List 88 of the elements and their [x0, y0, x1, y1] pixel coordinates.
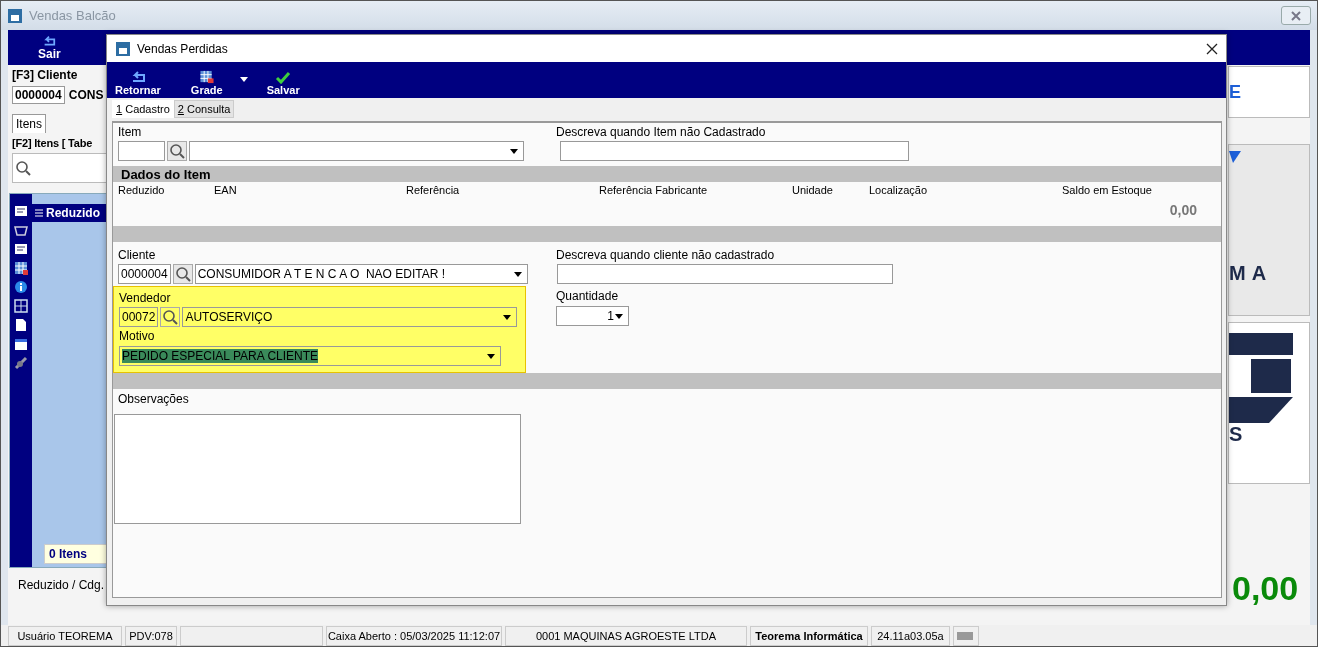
caret-icon	[509, 146, 519, 156]
item-combo[interactable]	[189, 141, 524, 161]
logo-text: S	[1229, 423, 1250, 446]
window-title: Vendas Perdidas	[137, 41, 228, 56]
search-icon	[162, 309, 179, 325]
close-icon	[1290, 10, 1302, 21]
notes-field[interactable]	[114, 414, 521, 524]
field-label: Descreva quando cliente não cadastrado	[556, 248, 776, 262]
client-code-field[interactable]: 0000004	[118, 264, 171, 284]
section-heading: [F3] Cliente	[12, 68, 79, 82]
grid-icon	[35, 208, 43, 218]
tab[interactable]: Itens	[12, 114, 46, 133]
column-header: EAN	[214, 184, 238, 196]
item-description-field[interactable]	[560, 141, 909, 161]
satellite-icon	[14, 356, 28, 370]
return-button[interactable]: Retornar	[115, 70, 161, 96]
search-button[interactable]	[172, 264, 193, 284]
note-icon	[14, 242, 28, 256]
close-button[interactable]	[1206, 42, 1218, 55]
header-text: E	[1229, 81, 1241, 103]
column-header: Localização	[869, 184, 929, 196]
grid-icon	[198, 70, 215, 84]
app-icon	[7, 7, 23, 24]
caret-icon	[614, 311, 624, 321]
status-text: 24.11a03.05a	[871, 626, 950, 646]
tab[interactable]: 1 Cadastro	[112, 100, 174, 118]
field-hint: Reduzido / Cdg.	[17, 577, 106, 592]
app-icon	[115, 40, 131, 57]
search-icon	[174, 266, 191, 282]
reason-combo[interactable]: PEDIDO ESPECIAL PARA CLIENTE	[119, 346, 501, 366]
column-header: Reduzido	[32, 204, 107, 222]
dropdown-button[interactable]	[238, 74, 249, 84]
item-count: 0 Itens	[44, 544, 107, 564]
search-button[interactable]	[167, 141, 187, 161]
check-icon	[275, 70, 292, 84]
client-name: CONS	[68, 88, 104, 102]
field-label: Descreva quando Item não Cadastrado	[556, 125, 767, 139]
keyboard-icon	[957, 632, 973, 640]
total-amount: 0,00	[1232, 569, 1300, 608]
field-label: Item	[118, 125, 143, 139]
section-heading: [F2] Itens [ Tabe	[12, 137, 94, 149]
column-header: Saldo em Estoque	[1062, 184, 1153, 196]
basket-icon	[14, 223, 28, 237]
return-arrow-icon	[42, 34, 57, 47]
client-description-field[interactable]	[557, 264, 893, 284]
column-header: Reduzido	[118, 184, 166, 196]
status-text: 0001 MAQUINAS AGROESTE LTDA	[505, 626, 747, 646]
stock-value: 0,00	[1169, 202, 1197, 218]
column-header: Unidade	[792, 184, 834, 196]
column-header: Referência Fabricante	[599, 184, 709, 196]
exit-button[interactable]: Sair	[38, 34, 61, 61]
field-label: Cliente	[118, 248, 157, 262]
field-label: Vendedor	[119, 291, 172, 305]
field-label: Observações	[118, 392, 190, 406]
quantity-spinner[interactable]: 1	[556, 306, 629, 326]
save-button[interactable]: Salvar	[266, 70, 300, 96]
close-icon	[1206, 42, 1218, 55]
info-icon	[14, 280, 28, 294]
search-button[interactable]	[160, 307, 181, 327]
window-title: Vendas Balcão	[29, 8, 116, 23]
grid-button[interactable]: Grade	[190, 70, 223, 96]
calendar-icon	[14, 337, 28, 351]
tab[interactable]: 2 Consulta	[173, 100, 235, 118]
field-label: Motivo	[119, 329, 156, 343]
search-icon	[15, 160, 31, 176]
client-code-field[interactable]: 0000004	[12, 86, 65, 104]
document-icon	[14, 318, 28, 332]
grid-icon	[14, 261, 28, 275]
caret-icon	[502, 312, 513, 322]
caret-icon	[486, 351, 496, 361]
section-band: Dados do Item	[113, 166, 1221, 182]
status-text: Caixa Aberto : 05/03/2025 11:12:07	[326, 626, 502, 646]
logo-drawing	[1229, 151, 1241, 163]
column-header: Referência	[406, 184, 461, 196]
search-field[interactable]	[12, 153, 108, 183]
search-icon	[169, 143, 185, 159]
status-text: PDV:078	[125, 626, 177, 646]
field-label: Quantidade	[556, 289, 620, 303]
note-icon	[14, 204, 28, 218]
status-text: Teorema Informática	[750, 626, 868, 646]
seller-combo[interactable]: AUTOSERVIÇO	[182, 307, 518, 327]
seller-code-field[interactable]: 00072	[119, 307, 159, 327]
logo-text: MA	[1229, 262, 1274, 285]
status-text: Usuário TEOREMA	[8, 626, 122, 646]
item-code-field[interactable]	[118, 141, 165, 161]
table-icon	[14, 299, 28, 313]
client-combo[interactable]: CONSUMIDOR A T E N C A O NAO EDITAR !	[194, 264, 528, 284]
caret-icon	[513, 269, 523, 279]
